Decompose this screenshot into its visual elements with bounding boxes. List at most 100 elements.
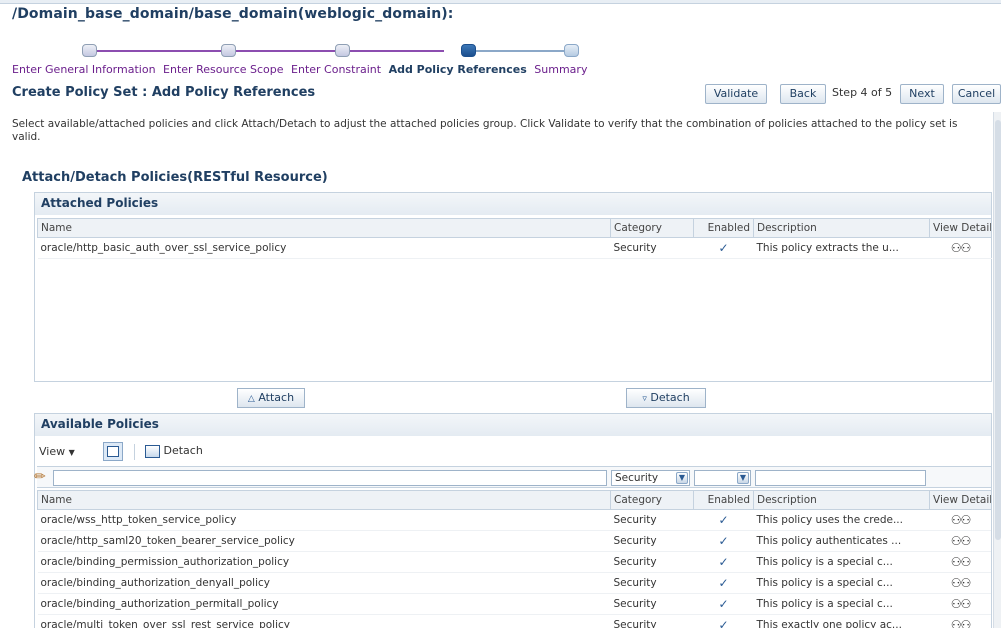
train-line-future: [476, 50, 572, 52]
detach-label: Detach: [650, 391, 690, 404]
detach-button[interactable]: ▿ Detach: [626, 388, 706, 408]
train-label-constraint[interactable]: Enter Constraint: [291, 63, 381, 76]
train-stop-policy-refs: [461, 44, 476, 57]
policy-name: oracle/binding_authorization_permitall_p…: [37, 593, 611, 615]
toolbar-divider: [134, 444, 135, 460]
available-policies-header: Available Policies: [35, 414, 991, 436]
name-filter-input[interactable]: [53, 470, 607, 486]
cancel-button[interactable]: Cancel: [952, 84, 1001, 104]
table-row[interactable]: oracle/binding_permission_authorization_…: [37, 551, 991, 573]
instructions-text: Select available/attached policies and c…: [12, 118, 958, 143]
checkmark-icon: ✓: [693, 509, 754, 531]
glasses-icon[interactable]: ⚇⚇: [929, 509, 991, 531]
col-view-detail[interactable]: View Detail: [929, 490, 991, 510]
col-description[interactable]: Description: [753, 218, 930, 238]
triangle-up-icon: △: [247, 394, 255, 404]
domain-title: /Domain_base_domain/base_domain(weblogic…: [12, 6, 454, 22]
policy-description: This policy is a special c...: [753, 593, 930, 615]
policy-description: This policy is a special c...: [753, 551, 930, 573]
train-label-summary[interactable]: Summary: [534, 63, 587, 76]
policy-category: Security: [610, 530, 694, 552]
train-labels: Enter General Information Enter Resource…: [12, 63, 591, 76]
next-button[interactable]: Next: [900, 84, 944, 104]
col-view-detail[interactable]: View Detail: [929, 218, 992, 238]
back-button[interactable]: Back: [780, 84, 826, 104]
policy-name: oracle/http_saml20_token_bearer_service_…: [37, 530, 611, 552]
pencil-eraser-icon[interactable]: ✏: [34, 469, 46, 485]
table-row[interactable]: oracle/multi_token_over_ssl_rest_service…: [37, 614, 991, 628]
toolbar-detach-button[interactable]: Detach: [145, 444, 203, 458]
glasses-icon[interactable]: ⚇⚇: [929, 572, 991, 594]
enabled-filter-select[interactable]: ▼: [694, 470, 751, 486]
available-policies-table: Name Category Enabled Description View D…: [37, 490, 991, 628]
col-description[interactable]: Description: [753, 490, 930, 510]
toolbar-detach-label: Detach: [163, 444, 203, 457]
policy-category: Security: [610, 509, 694, 531]
checkmark-icon: ✓: [693, 237, 754, 259]
caret-down-icon: ▼: [68, 448, 75, 457]
detach-view-icon[interactable]: [103, 442, 123, 461]
train-stop-constraint[interactable]: [335, 44, 350, 57]
description-filter-input[interactable]: [755, 470, 926, 486]
train-label-policy-refs: Add Policy References: [388, 63, 527, 76]
train-stop-summary[interactable]: [564, 44, 579, 57]
chevron-down-icon: ▼: [737, 472, 749, 484]
policy-description: This policy is a special c...: [753, 572, 930, 594]
col-name[interactable]: Name: [37, 218, 611, 238]
view-menu-label: View: [39, 445, 66, 458]
col-category[interactable]: Category: [610, 218, 694, 238]
table-row[interactable]: oracle/http_saml20_token_bearer_service_…: [37, 530, 991, 552]
col-enabled[interactable]: Enabled: [693, 218, 754, 238]
policy-category: Security: [610, 572, 694, 594]
policy-category: Security: [610, 237, 694, 259]
train-stop-general[interactable]: [82, 44, 97, 57]
attached-policies-table: Name Category Enabled Description View D…: [37, 218, 992, 259]
checkmark-icon: ✓: [693, 593, 754, 615]
glasses-icon[interactable]: ⚇⚇: [929, 551, 991, 573]
attached-table-header-row: Name Category Enabled Description View D…: [37, 218, 992, 238]
scrollbar-thumb[interactable]: [995, 120, 1001, 540]
category-filter-select[interactable]: Security ▼: [611, 470, 690, 486]
section-title: Attach/Detach Policies(RESTful Resource): [22, 170, 328, 185]
col-category[interactable]: Category: [610, 490, 694, 510]
col-name[interactable]: Name: [37, 490, 611, 510]
policy-name: oracle/wss_http_token_service_policy: [37, 509, 611, 531]
page-title: Create Policy Set : Add Policy Reference…: [12, 85, 316, 100]
page-scrollbar[interactable]: [993, 112, 1001, 628]
filter-row: ✏ Security ▼ ▼: [34, 466, 991, 488]
policy-description: This policy extracts the u...: [753, 237, 930, 259]
attach-label: Attach: [258, 391, 295, 404]
available-table-header-row: Name Category Enabled Description View D…: [37, 490, 991, 510]
train-label-scope[interactable]: Enter Resource Scope: [163, 63, 283, 76]
table-row[interactable]: oracle/http_basic_auth_over_ssl_service_…: [37, 237, 992, 259]
col-enabled[interactable]: Enabled: [693, 490, 754, 510]
policy-name: oracle/binding_permission_authorization_…: [37, 551, 611, 573]
glasses-icon[interactable]: ⚇⚇: [929, 614, 991, 628]
glasses-icon[interactable]: ⚇⚇: [929, 593, 991, 615]
glasses-icon[interactable]: ⚇⚇: [929, 237, 992, 259]
validate-button[interactable]: Validate: [705, 84, 767, 104]
glasses-icon[interactable]: ⚇⚇: [929, 530, 991, 552]
policy-description: This exactly one policy ac...: [753, 614, 930, 628]
train-stops: [82, 44, 582, 58]
train-label-general[interactable]: Enter General Information: [12, 63, 156, 76]
attached-policies-panel: Attached Policies Name Category Enabled …: [34, 192, 992, 382]
checkmark-icon: ✓: [693, 572, 754, 594]
table-row[interactable]: oracle/binding_authorization_permitall_p…: [37, 593, 991, 615]
table-row[interactable]: oracle/wss_http_token_service_policy Sec…: [37, 509, 991, 531]
available-toolbar: View ▼ Detach: [37, 441, 991, 463]
policy-category: Security: [610, 593, 694, 615]
detach-window-icon: [145, 444, 160, 458]
checkmark-icon: ✓: [693, 530, 754, 552]
step-indicator: Step 4 of 5: [832, 86, 893, 99]
policy-category: Security: [610, 614, 694, 628]
category-filter-value: Security: [615, 472, 659, 484]
policy-name: oracle/http_basic_auth_over_ssl_service_…: [37, 237, 611, 259]
train-stop-scope[interactable]: [221, 44, 236, 57]
view-menu[interactable]: View ▼: [39, 445, 75, 458]
checkmark-icon: ✓: [693, 551, 754, 573]
top-border: [0, 0, 1001, 4]
attach-button[interactable]: △ Attach: [237, 388, 305, 408]
attached-policies-header: Attached Policies: [35, 193, 991, 215]
table-row[interactable]: oracle/binding_authorization_denyall_pol…: [37, 572, 991, 594]
